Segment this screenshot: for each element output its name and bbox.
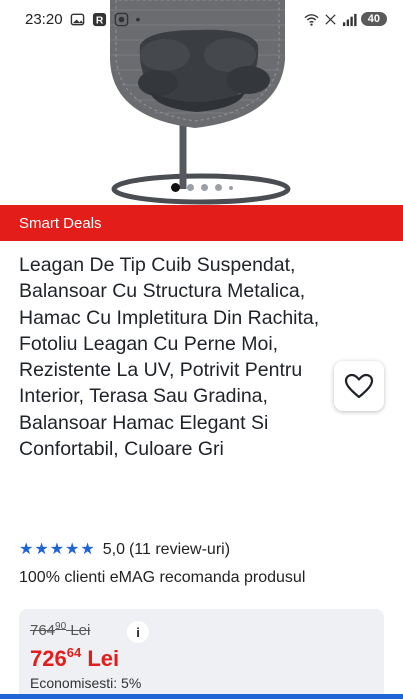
rating-stars: ★ ★ ★ ★ ★ (19, 542, 95, 558)
current-price-whole: 726 (30, 646, 67, 671)
smart-deals-label: Smart Deals (19, 214, 102, 232)
old-price-decimals: 90 (55, 621, 67, 632)
status-bar: 23:20 R • 40 (0, 0, 403, 38)
star-icon: ★ (65, 541, 80, 558)
old-price-whole: 764 (30, 622, 56, 639)
current-price: 72664 Lei (30, 645, 119, 672)
add-to-favorites-button[interactable] (334, 361, 384, 411)
smart-deals-banner[interactable]: Smart Deals (0, 205, 403, 241)
price-box: 76490 Lei i 72664 Lei Economisesti: 5% (19, 609, 384, 699)
carousel-dot[interactable] (200, 184, 208, 191)
old-price-currency: Lei (70, 622, 91, 639)
carousel-dot[interactable] (228, 185, 233, 190)
heart-icon (344, 373, 374, 399)
wifi-icon (304, 13, 319, 26)
gallery-icon (70, 13, 84, 25)
status-dot: • (135, 11, 141, 27)
info-icon[interactable]: i (127, 621, 149, 643)
r-app-icon: R (92, 12, 106, 26)
volte-icon (325, 13, 336, 25)
star-icon: ★ (19, 541, 34, 558)
rating-row[interactable]: ★ ★ ★ ★ ★ 5,0 (11 review-uri) (19, 541, 230, 559)
current-price-currency: Lei (87, 646, 120, 671)
review-count-link[interactable]: (11 review-uri) (129, 541, 230, 559)
bottom-bar-accent (0, 694, 403, 699)
star-icon: ★ (80, 541, 95, 558)
carousel-dot[interactable] (170, 183, 180, 192)
rating-value: 5,0 (102, 541, 125, 558)
record-icon (114, 12, 128, 26)
status-time: 23:20 (25, 10, 63, 28)
product-title: Leagan De Tip Cuib Suspendat, Balansoar … (19, 254, 320, 461)
carousel-dot[interactable] (214, 184, 222, 191)
carousel-dots[interactable] (170, 183, 233, 192)
current-price-decimals: 64 (66, 645, 82, 660)
star-icon: ★ (49, 541, 65, 558)
old-price: 76490 Lei (30, 621, 90, 639)
recommend-text: 100% clienti eMAG recomanda produsul (19, 569, 306, 586)
svg-text:R: R (95, 15, 103, 26)
savings-text: Economisesti: 5% (30, 675, 142, 691)
carousel-dot[interactable] (186, 184, 194, 191)
signal-icon (342, 13, 357, 26)
star-icon: ★ (34, 541, 49, 558)
battery-indicator: 40 (360, 12, 387, 26)
